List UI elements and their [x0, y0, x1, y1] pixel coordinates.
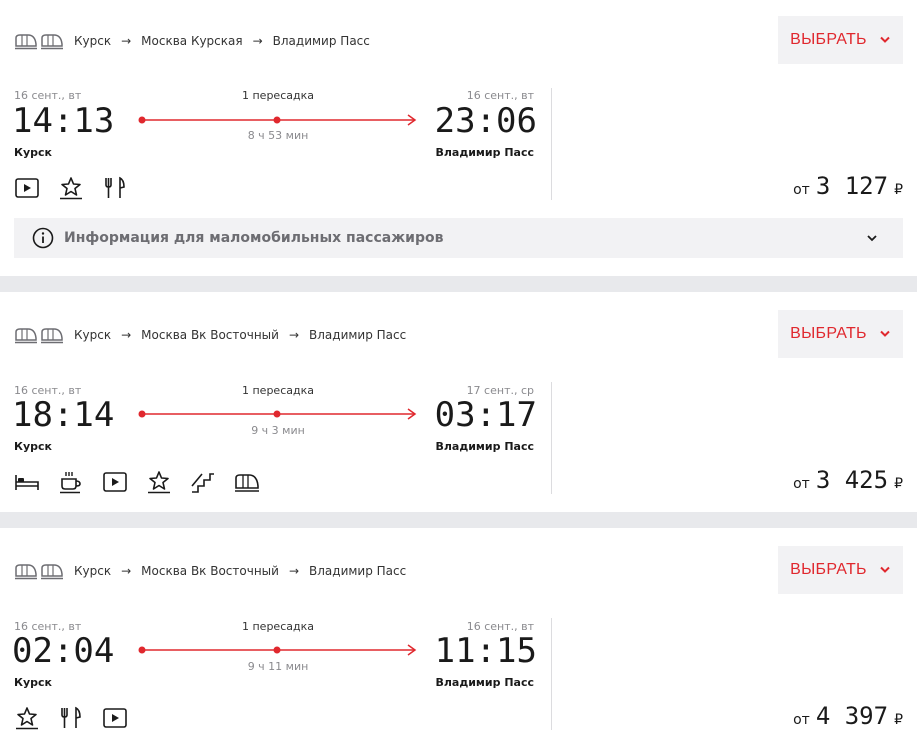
info-banner-text: Информация для маломобильных пассажиров — [64, 230, 444, 246]
currency-symbol: ₽ — [894, 712, 903, 728]
arrival-city: Владимир Пасс — [435, 440, 534, 453]
video-icon — [14, 176, 46, 200]
price-value: 4 397 — [815, 702, 889, 730]
divider — [551, 618, 552, 730]
star-icon — [58, 176, 90, 200]
route-breadcrumb: Курск → Москва Вк Восточный → Владимир П… — [14, 560, 406, 582]
price-prefix: от — [793, 712, 810, 728]
arrival-time: 03:17 — [434, 395, 537, 435]
route-stop: Владимир Пасс — [309, 564, 407, 578]
trip-card: Курск → Москва Курская → Владимир Пасс В… — [0, 0, 917, 276]
select-button[interactable]: ВЫБРАТЬ — [778, 16, 903, 64]
route-stop: Курск — [74, 564, 112, 578]
price-value: 3 127 — [815, 172, 889, 200]
arrow-right-icon: → — [121, 564, 132, 578]
select-button-label: ВЫБРАТЬ — [790, 31, 867, 48]
route-breadcrumb: Курск → Москва Вк Восточный → Владимир П… — [14, 324, 406, 346]
route-line — [138, 114, 417, 126]
price-prefix: от — [793, 476, 810, 492]
currency-symbol: ₽ — [894, 182, 903, 198]
arrival-time: 11:15 — [434, 631, 537, 671]
route-stop: Москва Вк Восточный — [141, 564, 279, 578]
arrow-right-icon: → — [288, 328, 300, 342]
price: от 3 425 ₽ — [793, 466, 903, 494]
star-icon — [14, 706, 46, 730]
route-stop: Москва Курская — [141, 34, 243, 48]
arrow-right-icon: → — [252, 34, 263, 48]
departure-city: Курск — [14, 676, 53, 689]
price-value: 3 425 — [815, 466, 889, 494]
trip-duration: 9 ч 3 мин — [251, 424, 305, 437]
route-stop: Курск — [74, 34, 112, 48]
amenities-list — [14, 470, 266, 494]
route-line — [138, 408, 417, 420]
transfer-count: 1 пересадка — [242, 620, 314, 633]
trip-duration: 9 ч 11 мин — [247, 660, 309, 673]
amenities-list — [14, 706, 134, 730]
chevron-down-icon — [880, 330, 890, 337]
departure-time: 18:14 — [12, 395, 115, 435]
chevron-down-icon — [867, 235, 877, 242]
dining-icon — [58, 706, 90, 730]
trip-card: Курск → Москва Вк Восточный → Владимир П… — [0, 292, 917, 512]
departure-time: 02:04 — [12, 631, 115, 671]
transfer-count: 1 пересадка — [242, 384, 314, 397]
arrival-city: Владимир Пасс — [435, 146, 534, 159]
transfer-count: 1 пересадка — [242, 89, 314, 102]
chevron-down-icon — [880, 566, 890, 573]
chevron-down-icon — [880, 36, 890, 43]
departure-city: Курск — [14, 146, 53, 159]
arrival-city: Владимир Пасс — [435, 676, 534, 689]
trip-duration: 8 ч 53 мин — [247, 129, 309, 142]
stairs-icon — [190, 470, 222, 494]
bed-icon — [14, 470, 46, 494]
card-separator — [0, 276, 917, 292]
train-icon — [41, 34, 63, 50]
select-button-label: ВЫБРАТЬ — [790, 325, 867, 342]
video-icon — [102, 706, 134, 730]
divider — [551, 382, 552, 494]
price: от 4 397 ₽ — [793, 702, 903, 730]
departure-time: 14:13 — [12, 101, 115, 141]
coffee-icon — [58, 470, 90, 494]
arrow-right-icon: → — [121, 328, 132, 342]
train-icon — [234, 470, 266, 494]
amenities-list — [14, 176, 134, 200]
divider — [551, 88, 552, 200]
price-prefix: от — [793, 182, 810, 198]
video-icon — [102, 470, 134, 494]
route-stop: Владимир Пасс — [272, 34, 370, 48]
accessibility-info-banner[interactable]: Информация для маломобильных пассажиров — [14, 218, 903, 258]
arrival-time: 23:06 — [434, 101, 537, 141]
train-icon — [41, 564, 63, 580]
arrow-right-icon: → — [121, 34, 132, 48]
route-stop: Курск — [74, 328, 112, 342]
select-button-label: ВЫБРАТЬ — [790, 561, 867, 578]
dining-icon — [102, 176, 134, 200]
train-icon — [15, 564, 37, 580]
route-stop: Москва Вк Восточный — [141, 328, 279, 342]
route-breadcrumb: Курск → Москва Курская → Владимир Пасс — [14, 30, 370, 52]
departure-city: Курск — [14, 440, 53, 453]
route-stop: Владимир Пасс — [309, 328, 407, 342]
select-button[interactable]: ВЫБРАТЬ — [778, 310, 903, 358]
info-circle-icon — [32, 227, 54, 249]
train-icon — [15, 328, 37, 344]
star-icon — [146, 470, 178, 494]
train-icon — [41, 328, 63, 344]
arrow-right-icon: → — [288, 564, 300, 578]
route-line — [138, 644, 417, 656]
trip-card: Курск → Москва Вк Восточный → Владимир П… — [0, 528, 917, 739]
card-separator — [0, 512, 917, 528]
currency-symbol: ₽ — [894, 476, 903, 492]
train-icon — [15, 34, 37, 50]
price: от 3 127 ₽ — [793, 172, 903, 200]
select-button[interactable]: ВЫБРАТЬ — [778, 546, 903, 594]
